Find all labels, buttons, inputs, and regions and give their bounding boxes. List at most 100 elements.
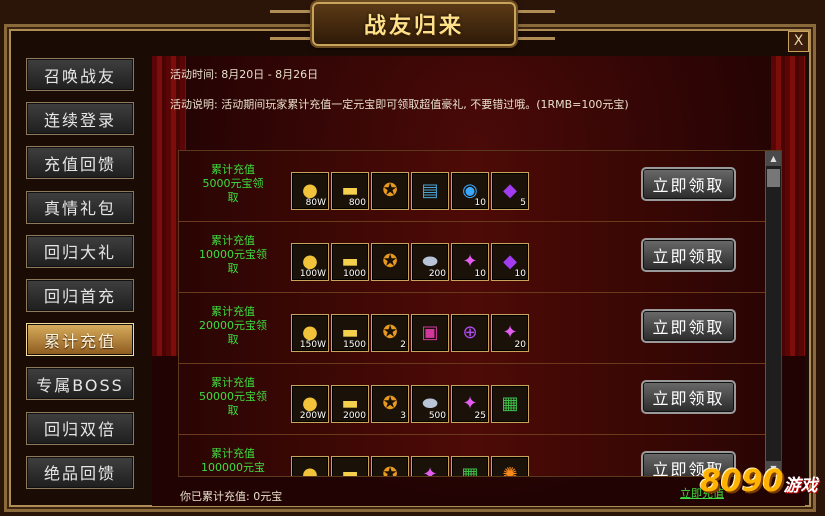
reward-item-slot[interactable]: ⊕ xyxy=(451,314,489,352)
title-ornament-left xyxy=(270,10,310,40)
item-quantity: 10 xyxy=(474,269,486,279)
reward-items: ● ▬ ✪ ✦ ▦ ✺ xyxy=(291,456,529,477)
claim-button[interactable]: 立即领取 xyxy=(641,238,736,272)
reward-item-slot[interactable]: ▬ 2000 xyxy=(331,385,369,423)
reward-item-slot[interactable]: ✦ 25 xyxy=(451,385,489,423)
gold-coins-icon: ● xyxy=(302,464,318,477)
item-quantity: 800 xyxy=(348,198,366,208)
reward-row: 累计充值 5000元宝领 取 ● 80W ▬ 800 ✪ ▤ ◉ 10 ◆ 5 立即领取 xyxy=(179,151,765,222)
activity-description: 活动说明: 活动期间玩家累计充值一定元宝即可领取超值豪礼, 不要错过哦。(1RM… xyxy=(170,98,629,111)
logo-number: 8090 xyxy=(700,464,784,499)
item-quantity: 1500 xyxy=(343,340,366,350)
item-quantity: 3 xyxy=(400,411,406,421)
claim-button[interactable]: 立即领取 xyxy=(641,380,736,414)
purple-gem-icon: ◆ xyxy=(503,180,517,201)
scroll-thumb[interactable] xyxy=(767,169,780,187)
sidebar-item-8[interactable]: 回归双倍 xyxy=(26,411,134,445)
item-quantity: 150W xyxy=(299,340,326,350)
close-button[interactable]: X xyxy=(788,31,809,52)
reward-item-slot[interactable]: ● 80W xyxy=(291,172,329,210)
reward-item-slot[interactable]: ▦ xyxy=(451,456,489,477)
reward-item-slot[interactable]: ▬ 800 xyxy=(331,172,369,210)
sidebar-item-0[interactable]: 召唤战友 xyxy=(26,58,134,91)
window-title: 战友归来 xyxy=(363,13,464,39)
reward-item-slot[interactable]: ▬ 1500 xyxy=(331,314,369,352)
reward-row: 累计充值 10000元宝领 取 ● 100W ▬ 1000 ✪ ⬬ 200 ✦ 10 ◆ 10 立即领取 xyxy=(179,222,765,293)
item-quantity: 5 xyxy=(520,198,526,208)
orange-orb-icon: ✺ xyxy=(502,464,518,477)
sidebar: 召唤战友连续登录充值回馈真情礼包回归大礼回归首充累计充值专属BOSS 回归双倍绝品… xyxy=(26,58,136,500)
sidebar-item-6[interactable]: 累计充值 xyxy=(26,323,134,357)
reward-requirement: 累计充值 50000元宝领 取 xyxy=(199,376,267,417)
reward-item-slot[interactable]: ● 100W xyxy=(291,243,329,281)
reward-items: ● 100W ▬ 1000 ✪ ⬬ 200 ✦ 10 ◆ 10 xyxy=(291,243,529,281)
reward-list: 累计充值 5000元宝领 取 ● 80W ▬ 800 ✪ ▤ ◉ 10 ◆ 5 立即领取 累计充值 10… xyxy=(178,150,782,477)
golden-medal-icon: ✪ xyxy=(382,180,398,201)
item-quantity: 10 xyxy=(474,198,486,208)
reward-item-slot[interactable]: ✪ xyxy=(371,243,409,281)
total-recharge: 你已累计充值: 0元宝 xyxy=(180,490,283,503)
sidebar-item-5[interactable]: 回归首充 xyxy=(26,278,134,312)
treasure-chest-icon: ▦ xyxy=(461,464,479,477)
item-quantity: 10 xyxy=(514,269,526,279)
golden-medal-icon: ✪ xyxy=(382,464,398,477)
site-logo: 8090游戏 xyxy=(700,464,820,510)
reward-item-slot[interactable]: ✪ 2 xyxy=(371,314,409,352)
golden-medal-icon: ✪ xyxy=(382,393,398,414)
reward-item-slot[interactable]: ◆ 5 xyxy=(491,172,529,210)
sidebar-item-1[interactable]: 连续登录 xyxy=(26,102,134,136)
reward-item-slot[interactable]: ◉ 10 xyxy=(451,172,489,210)
reward-row: 累计充值 100000元宝 ● ▬ ✪ ✦ ▦ ✺ 立即领取 xyxy=(179,435,765,477)
item-quantity: 20 xyxy=(514,340,526,350)
scrollbar[interactable]: ▲ ▼ xyxy=(765,151,781,476)
reward-requirement: 累计充值 10000元宝领 取 xyxy=(199,234,267,275)
reward-item-slot[interactable]: ✺ xyxy=(491,456,529,477)
claim-button[interactable]: 立即领取 xyxy=(641,309,736,343)
reward-item-slot[interactable]: ✦ xyxy=(411,456,449,476)
golden-medal-icon: ✪ xyxy=(382,251,398,272)
gold-ingot-icon: ▬ xyxy=(341,464,359,477)
sidebar-item-9[interactable]: 绝品回馈 xyxy=(26,455,134,489)
reward-items: ● 150W ▬ 1500 ✪ 2 ▣ ⊕ ✦ 20 xyxy=(291,314,529,352)
reward-item-slot[interactable]: ● xyxy=(291,456,329,477)
reward-item-slot[interactable]: ▤ xyxy=(411,172,449,210)
reward-items: ● 200W ▬ 2000 ✪ 3 ⬬ 500 ✦ 25 ▦ xyxy=(291,385,529,423)
reward-item-slot[interactable]: ▬ 1000 xyxy=(331,243,369,281)
sidebar-item-7[interactable]: 专属BOSS xyxy=(26,367,134,401)
item-quantity: 200W xyxy=(299,411,326,421)
armor-icon: ▣ xyxy=(421,322,439,343)
activity-time: 活动时间: 8月20日 - 8月26日 xyxy=(170,68,319,81)
sidebar-item-3[interactable]: 真情礼包 xyxy=(26,190,134,224)
scroll-up-icon[interactable]: ▲ xyxy=(766,151,781,166)
item-quantity: 2 xyxy=(400,340,406,350)
reward-requirement: 累计充值 5000元宝领 取 xyxy=(202,163,264,204)
reward-item-slot[interactable]: ● 200W xyxy=(291,385,329,423)
title-ornament-right xyxy=(515,10,555,40)
reward-item-slot[interactable]: ▦ xyxy=(491,385,529,423)
item-quantity: 200 xyxy=(428,269,446,279)
reward-item-slot[interactable]: ✪ 3 xyxy=(371,385,409,423)
reward-items: ● 80W ▬ 800 ✪ ▤ ◉ 10 ◆ 5 xyxy=(291,172,529,210)
reward-item-slot[interactable]: ● 150W xyxy=(291,314,329,352)
reward-row: 累计充值 20000元宝领 取 ● 150W ▬ 1500 ✪ 2 ▣ ⊕ ✦ 20 立即领取 xyxy=(179,293,765,364)
reward-row: 累计充值 50000元宝领 取 ● 200W ▬ 2000 ✪ 3 ⬬ 500 ✦ 25 ▦ 立即领取 xyxy=(179,364,765,435)
reward-item-slot[interactable]: ▬ xyxy=(331,456,369,477)
sidebar-item-2[interactable]: 充值回馈 xyxy=(26,146,134,180)
purple-seal-icon: ⊕ xyxy=(462,322,478,343)
reward-item-slot[interactable]: ▣ xyxy=(411,314,449,352)
reward-item-slot[interactable]: ⬬ 200 xyxy=(411,243,449,281)
item-quantity: 500 xyxy=(428,411,446,421)
reward-requirement: 累计充值 20000元宝领 取 xyxy=(199,305,267,346)
reward-item-slot[interactable]: ✦ 10 xyxy=(451,243,489,281)
reward-item-slot[interactable]: ✪ xyxy=(371,456,409,477)
item-quantity: 100W xyxy=(299,269,326,279)
sidebar-item-4[interactable]: 回归大礼 xyxy=(26,234,134,268)
logo-text: 游戏 xyxy=(783,476,818,496)
reward-requirement: 累计充值 100000元宝 xyxy=(201,447,265,474)
reward-item-slot[interactable]: ✦ 20 xyxy=(491,314,529,352)
reward-item-slot[interactable]: ✪ xyxy=(371,172,409,210)
reward-item-slot[interactable]: ◆ 10 xyxy=(491,243,529,281)
claim-button[interactable]: 立即领取 xyxy=(641,167,736,201)
reward-item-slot[interactable]: ⬬ 500 xyxy=(411,385,449,423)
item-quantity: 80W xyxy=(305,198,326,208)
